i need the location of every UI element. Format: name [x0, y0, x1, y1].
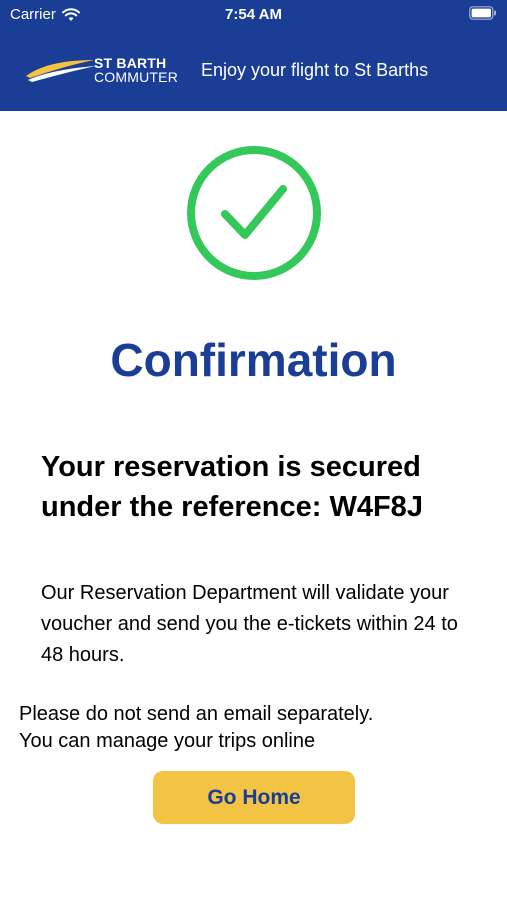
notice-line-2: You can manage your trips online: [19, 730, 316, 752]
reservation-message: Your reservation is secured under the re…: [41, 447, 491, 527]
reservation-line-1: Your reservation is secured: [41, 451, 421, 483]
page-title: Confirmation: [110, 334, 397, 386]
go-home-button[interactable]: Go Home: [153, 771, 355, 824]
battery-icon: [469, 6, 496, 20]
validation-info-text: Our Reservation Department will validate…: [41, 582, 458, 666]
header-tagline: Enjoy your flight to St Barths: [201, 60, 429, 80]
status-bar: Carrier 7:54 AM: [0, 0, 507, 30]
app-header: Carrier 7:54 AM ST BARTH COMMUTER Enjoy …: [0, 0, 507, 111]
brand-name-line2: COMMUTER: [94, 69, 179, 85]
brand-logo: ST BARTH COMMUTER: [24, 52, 194, 86]
plane-swoosh-logo-icon: [26, 60, 96, 82]
notice-line-1: Please do not send an email separately.: [19, 703, 374, 725]
email-notice: Please do not send an email separately. …: [19, 701, 489, 755]
status-time: 7:54 AM: [225, 6, 282, 23]
reservation-line-2: under the reference: W4F8J: [41, 491, 423, 523]
check-circle-icon: [187, 146, 321, 280]
